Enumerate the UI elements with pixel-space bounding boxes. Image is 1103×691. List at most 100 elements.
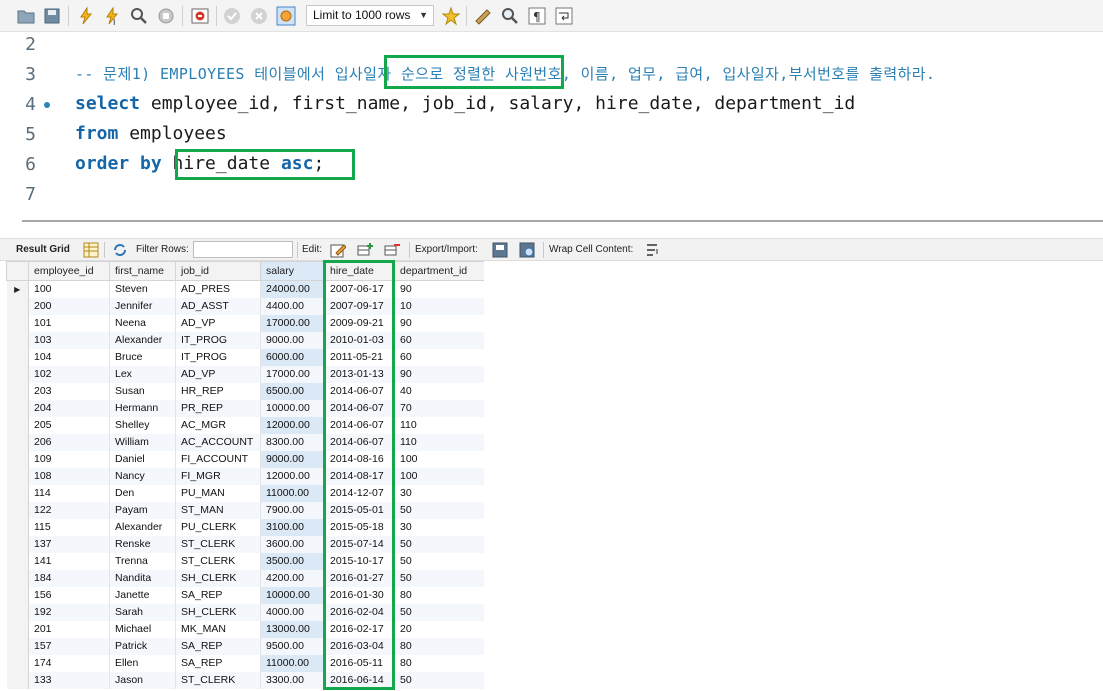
save-icon[interactable] <box>42 6 62 26</box>
cell-department-id[interactable]: 90 <box>394 365 484 383</box>
cell-job-id[interactable]: AC_MGR <box>175 416 261 434</box>
cell-first-name[interactable]: Steven <box>109 280 176 298</box>
cell-job-id[interactable]: SA_REP <box>175 654 261 672</box>
cell-salary[interactable]: 3500.00 <box>260 552 325 570</box>
cell-first-name[interactable]: Jennifer <box>109 297 176 315</box>
row-indicator[interactable] <box>6 399 29 417</box>
cell-hire-date[interactable]: 2013-01-13 <box>324 365 395 383</box>
row-indicator[interactable] <box>6 331 29 349</box>
table-row[interactable]: 122 Payam ST_MAN 7900.00 2015-05-01 50 <box>6 501 484 519</box>
cell-department-id[interactable]: 50 <box>394 671 484 689</box>
cell-first-name[interactable]: Nandita <box>109 569 176 587</box>
row-indicator[interactable] <box>6 416 29 434</box>
table-row[interactable]: 206 William AC_ACCOUNT 8300.00 2014-06-07 110 <box>6 433 484 451</box>
cell-salary[interactable]: 12000.00 <box>260 416 325 434</box>
cell-salary[interactable]: 9000.00 <box>260 331 325 349</box>
wrap-cell-icon[interactable] <box>644 242 660 258</box>
row-indicator[interactable] <box>6 569 29 587</box>
cell-job-id[interactable]: SA_REP <box>175 586 261 604</box>
table-row[interactable]: ▶ 100 Steven AD_PRES 24000.00 2007-06-17 90 <box>6 280 484 298</box>
grid-view-icon[interactable] <box>83 242 99 258</box>
column-header-hire-date[interactable]: hire_date <box>324 261 395 281</box>
open-folder-icon[interactable] <box>16 6 36 26</box>
autocommit-icon[interactable] <box>276 6 296 26</box>
cell-job-id[interactable]: SH_CLERK <box>175 603 261 621</box>
cell-employee-id[interactable]: 206 <box>28 433 110 451</box>
result-grid[interactable]: employee_id first_name job_id salary hire_da… <box>6 261 484 691</box>
cell-hire-date[interactable]: 2015-10-17 <box>324 552 395 570</box>
cell-hire-date[interactable]: 2016-02-17 <box>324 620 395 638</box>
cell-job-id[interactable]: ST_MAN <box>175 501 261 519</box>
row-indicator[interactable] <box>6 603 29 621</box>
cell-salary[interactable]: 7900.00 <box>260 501 325 519</box>
cell-salary[interactable]: 8300.00 <box>260 433 325 451</box>
cell-salary[interactable]: 3600.00 <box>260 535 325 553</box>
row-indicator[interactable] <box>6 586 29 604</box>
cell-employee-id[interactable]: 200 <box>28 297 110 315</box>
cell-hire-date[interactable]: 2014-08-16 <box>324 450 395 468</box>
cell-first-name[interactable]: Alexander <box>109 518 176 536</box>
cell-first-name[interactable]: Shelley <box>109 416 176 434</box>
cell-employee-id[interactable]: 114 <box>28 484 110 502</box>
cell-department-id[interactable]: 60 <box>394 331 484 349</box>
cell-department-id[interactable]: 50 <box>394 569 484 587</box>
cell-first-name[interactable]: Trenna <box>109 552 176 570</box>
row-indicator[interactable] <box>6 314 29 332</box>
cell-department-id[interactable]: 60 <box>394 348 484 366</box>
cell-salary[interactable]: 9000.00 <box>260 450 325 468</box>
table-row[interactable]: 114 Den PU_MAN 11000.00 2014-12-07 30 <box>6 484 484 502</box>
cell-salary[interactable]: 10000.00 <box>260 399 325 417</box>
cell-first-name[interactable]: Payam <box>109 501 176 519</box>
edit-row-icon[interactable] <box>330 242 346 258</box>
refresh-filter-icon[interactable] <box>112 242 128 258</box>
cell-employee-id[interactable]: 192 <box>28 603 110 621</box>
table-row[interactable]: 200 Jennifer AD_ASST 4400.00 2007-09-17 10 <box>6 297 484 315</box>
cell-employee-id[interactable]: 104 <box>28 348 110 366</box>
cell-job-id[interactable]: AD_VP <box>175 314 261 332</box>
cell-hire-date[interactable]: 2015-05-18 <box>324 518 395 536</box>
table-row[interactable]: 137 Renske ST_CLERK 3600.00 2015-07-14 50 <box>6 535 484 553</box>
cell-hire-date[interactable]: 2016-05-11 <box>324 654 395 672</box>
execute-current-icon[interactable]: I <box>102 6 122 26</box>
cell-salary[interactable]: 3100.00 <box>260 518 325 536</box>
table-row[interactable]: 192 Sarah SH_CLERK 4000.00 2016-02-04 50 <box>6 603 484 621</box>
table-row[interactable]: 205 Shelley AC_MGR 12000.00 2014-06-07 110 <box>6 416 484 434</box>
row-indicator[interactable] <box>6 365 29 383</box>
cell-job-id[interactable]: FI_MGR <box>175 467 261 485</box>
cell-department-id[interactable]: 100 <box>394 467 484 485</box>
cell-first-name[interactable]: Renske <box>109 535 176 553</box>
cell-job-id[interactable]: ST_CLERK <box>175 535 261 553</box>
cell-hire-date[interactable]: 2007-09-17 <box>324 297 395 315</box>
explain-icon[interactable] <box>129 6 149 26</box>
cell-first-name[interactable]: Sarah <box>109 603 176 621</box>
row-indicator[interactable] <box>6 467 29 485</box>
cell-department-id[interactable]: 110 <box>394 433 484 451</box>
cell-job-id[interactable]: AD_PRES <box>175 280 261 298</box>
table-row[interactable]: 104 Bruce IT_PROG 6000.00 2011-05-21 60 <box>6 348 484 366</box>
row-indicator[interactable] <box>6 552 29 570</box>
cell-first-name[interactable]: Michael <box>109 620 176 638</box>
cell-hire-date[interactable]: 2014-06-07 <box>324 399 395 417</box>
current-row-indicator-icon[interactable]: ▶ <box>6 280 29 298</box>
cell-hire-date[interactable]: 2016-01-27 <box>324 569 395 587</box>
table-row[interactable]: 108 Nancy FI_MGR 12000.00 2014-08-17 100 <box>6 467 484 485</box>
cell-first-name[interactable]: Bruce <box>109 348 176 366</box>
cell-job-id[interactable]: PR_REP <box>175 399 261 417</box>
cell-salary[interactable]: 4200.00 <box>260 569 325 587</box>
commit-icon[interactable] <box>222 6 242 26</box>
row-indicator[interactable] <box>6 450 29 468</box>
cell-hire-date[interactable]: 2015-05-01 <box>324 501 395 519</box>
cell-hire-date[interactable]: 2014-12-07 <box>324 484 395 502</box>
cell-department-id[interactable]: 50 <box>394 501 484 519</box>
table-row[interactable]: 115 Alexander PU_CLERK 3100.00 2015-05-18 30 <box>6 518 484 536</box>
cell-department-id[interactable]: 110 <box>394 416 484 434</box>
cell-employee-id[interactable]: 103 <box>28 331 110 349</box>
cell-salary[interactable]: 24000.00 <box>260 280 325 298</box>
cell-department-id[interactable]: 80 <box>394 586 484 604</box>
table-row[interactable]: 109 Daniel FI_ACCOUNT 9000.00 2014-08-16 100 <box>6 450 484 468</box>
table-row[interactable]: 203 Susan HR_REP 6500.00 2014-06-07 40 <box>6 382 484 400</box>
cell-salary[interactable]: 6500.00 <box>260 382 325 400</box>
cell-hire-date[interactable]: 2016-01-30 <box>324 586 395 604</box>
cell-hire-date[interactable]: 2009-09-21 <box>324 314 395 332</box>
cell-department-id[interactable]: 50 <box>394 535 484 553</box>
